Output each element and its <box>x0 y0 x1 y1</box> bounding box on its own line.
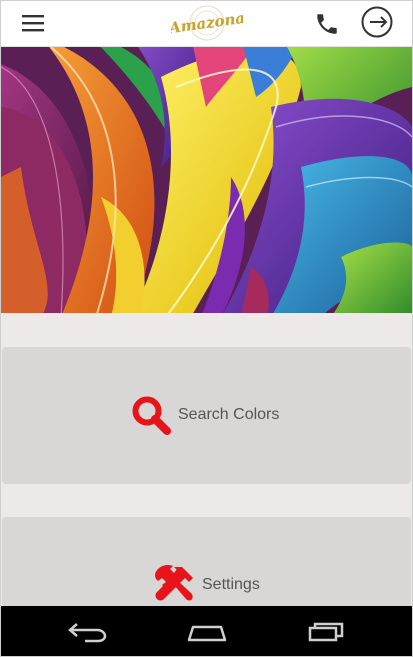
app-bar: Amazona <box>1 1 412 47</box>
back-icon <box>68 623 107 643</box>
logout-icon <box>361 6 393 38</box>
svg-text:Amazona: Amazona <box>171 9 243 38</box>
tools-icon <box>155 565 193 601</box>
back-button[interactable] <box>65 618 109 644</box>
phone-icon <box>317 14 337 34</box>
system-nav-bar <box>1 606 412 656</box>
search-colors-tile[interactable]: Search Colors <box>2 347 411 484</box>
hamburger-menu-icon <box>22 15 44 32</box>
recent-apps-button[interactable] <box>306 618 350 644</box>
search-icon <box>132 396 171 435</box>
feathers-image <box>1 47 412 313</box>
settings-content: Settings <box>152 565 260 605</box>
home-button[interactable] <box>185 618 229 644</box>
recent-apps-icon <box>308 622 344 642</box>
call-button[interactable] <box>314 11 340 37</box>
search-colors-content: Search Colors <box>130 395 279 435</box>
home-icon <box>187 625 227 642</box>
carousel-banner[interactable] <box>1 47 412 313</box>
app-screen: Amazona Search Colors Settings <box>0 0 413 657</box>
menu-button[interactable] <box>20 13 48 35</box>
settings-label: Settings <box>202 576 260 593</box>
logout-button[interactable] <box>360 5 394 39</box>
app-logo: Amazona <box>166 4 246 42</box>
search-colors-label: Search Colors <box>178 406 280 423</box>
